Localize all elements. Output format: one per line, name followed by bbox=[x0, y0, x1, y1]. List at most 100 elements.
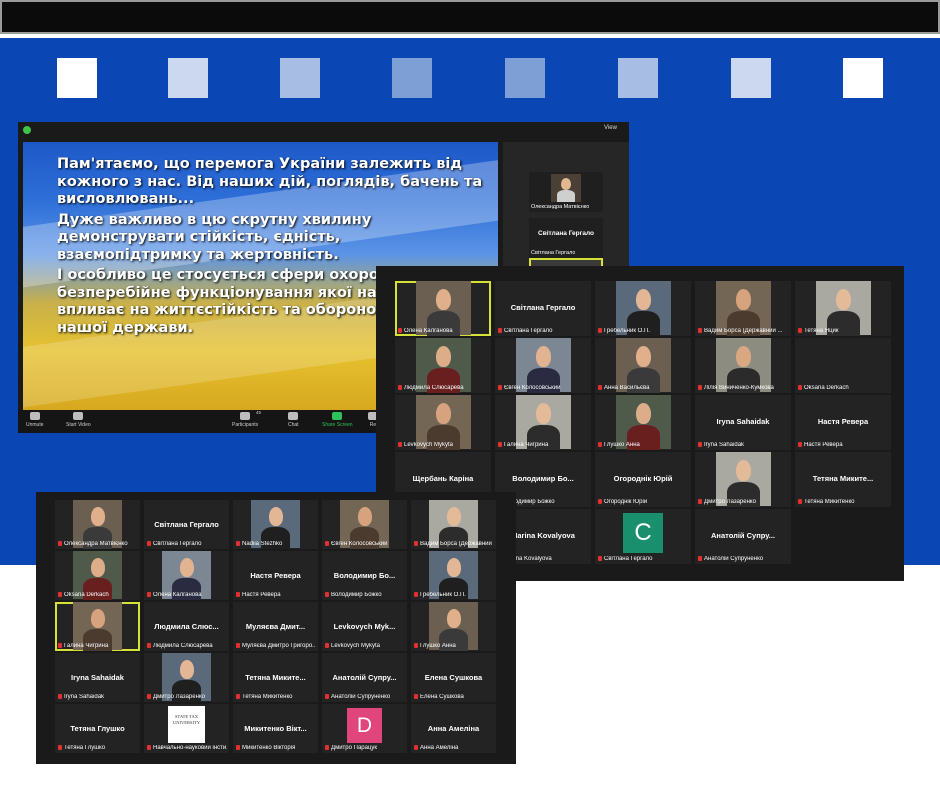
chat-button[interactable]: Chat bbox=[288, 412, 299, 428]
participant-name-bar: Олена Калганова bbox=[398, 328, 489, 334]
participant-tile[interactable]: Огороднік Юрій Огороднік Юрій bbox=[595, 452, 691, 507]
participant-name: Настя Ревера bbox=[804, 442, 843, 448]
participant-tile[interactable]: Анатолій Супру... Анатолій Супруненко bbox=[695, 509, 791, 564]
participant-tile[interactable]: Володимир Бо... Володимир Божко bbox=[322, 551, 407, 600]
participant-tile[interactable]: Настя Ревера Настя Ревера bbox=[233, 551, 318, 600]
participants-label: Participants bbox=[232, 422, 259, 428]
participant-name: Тетяна Яцик bbox=[804, 328, 839, 334]
mic-muted-icon bbox=[414, 745, 418, 750]
participant-tile[interactable]: Тетяна Микитe... Тетяна Микитенко bbox=[795, 452, 891, 507]
participant-tile[interactable]: Елена Сушкова Елена Сушкова bbox=[411, 653, 496, 702]
participant-name: Людмила Слюсарева bbox=[153, 643, 213, 649]
participant-name-bar: Олександра Матвієнко bbox=[58, 541, 138, 547]
participant-center-name: Levkovych Myk... bbox=[333, 621, 396, 631]
participant-tile[interactable]: Levkovych Myk... Levkovych Mykyta bbox=[322, 602, 407, 651]
participant-tile[interactable]: Олена Калганова bbox=[144, 551, 229, 600]
participant-tile[interactable]: Дмитро Лазаренко bbox=[695, 452, 791, 507]
unmute-button[interactable]: Unmute bbox=[26, 412, 44, 428]
participant-tile[interactable]: Тетяна Яцик bbox=[795, 281, 891, 336]
participant-name-bar: Вадим Борса (Державний ... bbox=[414, 541, 494, 547]
participant-tile[interactable]: Глушко Анна bbox=[595, 395, 691, 450]
participant-tile[interactable]: Oksana Derkach bbox=[55, 551, 140, 600]
participant-name-bar: Анатолій Супруненко bbox=[698, 556, 789, 562]
participant-center-name: Настя Ревера bbox=[817, 417, 869, 426]
participant-tile[interactable]: Гребельник О.П. bbox=[411, 551, 496, 600]
participant-tile[interactable]: Муляєва Дмит... Муляєва Дмитро Григоро... bbox=[233, 602, 318, 651]
participant-tile[interactable]: Світлана Гергало Світлана Гергало bbox=[144, 500, 229, 549]
participant-tile[interactable]: Олена Калганова bbox=[395, 281, 491, 336]
participant-name-bar: Анна Амеліна bbox=[414, 745, 494, 751]
participants-button[interactable]: Participants bbox=[232, 412, 258, 428]
participant-tile[interactable]: Nadiia Stezhko bbox=[233, 500, 318, 549]
participant-name-bar: Дмитро Парацук bbox=[325, 745, 405, 751]
participant-name: Анатолій Супруненко bbox=[704, 556, 764, 562]
share-screen-button[interactable]: Share Screen bbox=[322, 412, 353, 428]
participant-tile[interactable]: Євген Колосовський bbox=[322, 500, 407, 549]
participant-name: Світлана Гергало bbox=[604, 556, 653, 562]
view-button[interactable]: View bbox=[604, 125, 617, 131]
share-screen-icon bbox=[332, 412, 343, 420]
participant-name: Микитенко Вікторія bbox=[242, 745, 296, 751]
participant-name: Глушко Анна bbox=[420, 643, 456, 649]
participant-name-bar: Настя Ревера bbox=[798, 442, 889, 448]
participant-tile[interactable]: Лілія Виниченко-Кумкова bbox=[695, 338, 791, 393]
avatar-letter: C bbox=[623, 513, 663, 553]
mic-muted-icon bbox=[598, 499, 602, 504]
participant-tile[interactable]: Дмитро Лазаренко bbox=[144, 653, 229, 702]
shield-icon bbox=[23, 126, 31, 134]
mic-muted-icon bbox=[147, 541, 151, 546]
participant-tile[interactable]: Iryna Sahaidak Iryna Sahaidak bbox=[695, 395, 791, 450]
participant-name: Гребельник О.П. bbox=[604, 328, 650, 334]
participant-name: Iryna Sahaidak bbox=[704, 442, 745, 448]
participant-tile[interactable]: STATE TAX UNIVERSITY Навчально-науковий і… bbox=[144, 704, 229, 753]
decor-square bbox=[280, 58, 320, 98]
participant-tile[interactable]: Levkovych Mykyta bbox=[395, 395, 491, 450]
participant-name: Анна Амеліна bbox=[420, 745, 459, 751]
participant-center-name: Тетяна Микитe... bbox=[245, 672, 306, 682]
mic-muted-icon bbox=[698, 556, 702, 561]
participant-name: Дмитро Парацук bbox=[331, 745, 378, 751]
participant-tile[interactable]: Анатолій Супру... Анатолій Супруненко bbox=[322, 653, 407, 702]
mic-muted-icon bbox=[398, 442, 402, 447]
participant-tile[interactable]: Микитенко Вікт... Микитенко Вікторія bbox=[233, 704, 318, 753]
mic-muted-icon bbox=[236, 694, 240, 699]
participant-tile[interactable]: Iryna Sahaidak Iryna Sahaidak bbox=[55, 653, 140, 702]
participant-tile[interactable]: Гребельник О.П. bbox=[595, 281, 691, 336]
start-video-button[interactable]: Start Video bbox=[66, 412, 91, 428]
participant-tile[interactable]: Глушко Анна bbox=[411, 602, 496, 651]
participant-name-bar: Тетяна Яцик bbox=[798, 328, 889, 334]
participant-name: Євген Колосовський bbox=[504, 385, 561, 391]
collage-image: View Пам'ятаємо, що перемога України зал… bbox=[0, 0, 940, 788]
avatar-letter: D bbox=[347, 708, 382, 743]
participant-name: Oksana Derkach bbox=[64, 592, 109, 598]
participant-tile[interactable]: D Дмитро Парацук bbox=[322, 704, 407, 753]
participant-tile[interactable]: Вадим Борса (Державний ... bbox=[411, 500, 496, 549]
participant-tile[interactable]: Людмила Слюсарева bbox=[395, 338, 491, 393]
participant-tile[interactable]: Олександра Матвієнко bbox=[55, 500, 140, 549]
participant-tile[interactable]: Анна Амеліна Анна Амеліна bbox=[411, 704, 496, 753]
participant-tile[interactable]: Людмила Слюс... Людмила Слюсарева bbox=[144, 602, 229, 651]
participant-tile[interactable]: Настя Ревера Настя Ревера bbox=[795, 395, 891, 450]
mic-muted-icon bbox=[147, 643, 151, 648]
participant-name: Олена Калганова bbox=[404, 328, 453, 334]
participant-tile[interactable]: C Світлана Гергало bbox=[595, 509, 691, 564]
participant-name: Елена Сушкова bbox=[420, 694, 464, 700]
participant-center-name: Настя Ревера bbox=[250, 570, 301, 580]
participant-tile[interactable]: Вадим Борса (Державний ... bbox=[695, 281, 791, 336]
participant-tile[interactable]: Галина Чигрина bbox=[55, 602, 140, 651]
participant-name-bar: Настя Ревера bbox=[236, 592, 316, 598]
participant-name-bar: Iryna Sahaidak bbox=[58, 694, 138, 700]
decor-square bbox=[618, 58, 658, 98]
participant-tile[interactable]: Oksana Derkach bbox=[795, 338, 891, 393]
participant-tile[interactable]: Світлана Гергало Світлана Гергало bbox=[495, 281, 591, 336]
participant-tile[interactable]: Тетяна Глушко Тетяна Глушко bbox=[55, 704, 140, 753]
participant-tile[interactable]: Євген Колосовський bbox=[495, 338, 591, 393]
participant-name-bar: Тетяна Микитенко bbox=[798, 499, 889, 505]
mic-muted-icon bbox=[598, 556, 602, 561]
participant-tile[interactable]: Галина Чигрина bbox=[495, 395, 591, 450]
participant-tile[interactable]: Анна Васильєва bbox=[595, 338, 691, 393]
side-video-tile[interactable]: Олександра Матвієнко bbox=[529, 172, 603, 212]
side-video-tile[interactable]: Світлана Гергало Світлана Гергало bbox=[529, 218, 603, 258]
mic-muted-icon bbox=[498, 442, 502, 447]
participant-tile[interactable]: Тетяна Микитe... Тетяна Микитенко bbox=[233, 653, 318, 702]
